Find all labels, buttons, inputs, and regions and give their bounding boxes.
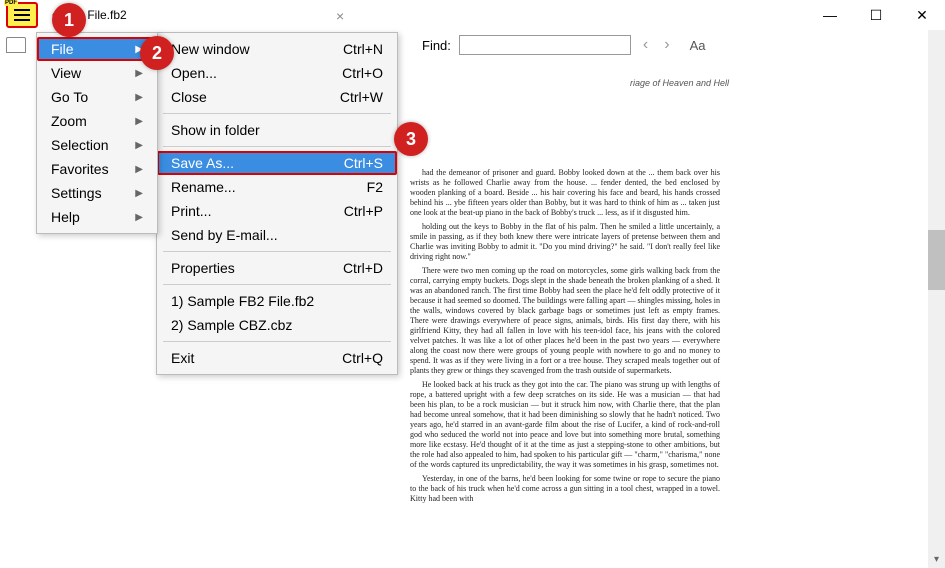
scroll-down-arrow-icon[interactable]: ▾ bbox=[928, 551, 945, 568]
annotation-callout-2: 2 bbox=[140, 36, 174, 70]
menu-item-help[interactable]: Help ▶ bbox=[37, 205, 157, 229]
menu-item-label: Help bbox=[51, 209, 80, 225]
submenu-item-2-sample-cbz-cbz[interactable]: 2) Sample CBZ.cbz bbox=[157, 313, 397, 337]
submenu-item-shortcut: F2 bbox=[367, 179, 383, 195]
title-bar: PDF e FB2 File.fb2 — ☐ ✕ bbox=[0, 0, 945, 30]
chevron-right-icon: ▶ bbox=[135, 116, 143, 127]
find-next-button[interactable]: › bbox=[660, 36, 673, 54]
tab-close-button[interactable]: × bbox=[336, 8, 344, 24]
find-input[interactable] bbox=[459, 35, 631, 55]
open-folder-icon[interactable] bbox=[6, 37, 26, 53]
submenu-item-exit[interactable]: Exit Ctrl+Q bbox=[157, 346, 397, 370]
submenu-item-label: 1) Sample FB2 File.fb2 bbox=[171, 293, 314, 309]
submenu-item-label: New window bbox=[171, 41, 250, 57]
menu-item-view[interactable]: View ▶ bbox=[37, 61, 157, 85]
submenu-item-shortcut: Ctrl+N bbox=[343, 41, 383, 57]
submenu-item-open[interactable]: Open... Ctrl+O bbox=[157, 61, 397, 85]
submenu-item-label: Exit bbox=[171, 350, 194, 366]
menu-separator bbox=[163, 146, 391, 147]
chevron-right-icon: ▶ bbox=[135, 92, 143, 103]
menu-item-favorites[interactable]: Favorites ▶ bbox=[37, 157, 157, 181]
submenu-item-print[interactable]: Print... Ctrl+P bbox=[157, 199, 397, 223]
submenu-item-label: 2) Sample CBZ.cbz bbox=[171, 317, 292, 333]
chevron-right-icon: ▶ bbox=[135, 164, 143, 175]
menu-item-settings[interactable]: Settings ▶ bbox=[37, 181, 157, 205]
chevron-right-icon: ▶ bbox=[135, 188, 143, 199]
submenu-item-1-sample-fb2-file-fb2[interactable]: 1) Sample FB2 File.fb2 bbox=[157, 289, 397, 313]
submenu-item-label: Properties bbox=[171, 260, 235, 276]
annotation-callout-3: 3 bbox=[394, 122, 428, 156]
menu-item-label: Go To bbox=[51, 89, 88, 105]
main-menu: File▶View▶Go To▶Zoom▶Selection▶Favorites… bbox=[36, 32, 158, 234]
annotation-callout-1: 1 bbox=[52, 3, 86, 37]
page-running-header: riage of Heaven and Hell bbox=[470, 78, 889, 88]
paragraph: Yesterday, in one of the barns, he'd bee… bbox=[410, 474, 720, 504]
window-controls: — ☐ ✕ bbox=[807, 0, 945, 30]
menu-item-label: Zoom bbox=[51, 113, 87, 129]
submenu-item-label: Send by E-mail... bbox=[171, 227, 278, 243]
chevron-right-icon: ▶ bbox=[135, 212, 143, 223]
submenu-item-label: Print... bbox=[171, 203, 211, 219]
scrollbar-thumb[interactable] bbox=[928, 230, 945, 290]
paragraph: holding out the keys to Bobby in the fla… bbox=[410, 222, 720, 262]
font-size-button[interactable]: Aa bbox=[690, 38, 706, 53]
document-body-text: had the demeanor of prisoner and guard. … bbox=[410, 168, 720, 504]
menu-separator bbox=[163, 341, 391, 342]
submenu-item-close[interactable]: Close Ctrl+W bbox=[157, 85, 397, 109]
submenu-item-shortcut: Ctrl+W bbox=[340, 89, 383, 105]
paragraph: There were two men coming up the road on… bbox=[410, 266, 720, 376]
vertical-scrollbar[interactable]: ▾ bbox=[928, 30, 945, 568]
submenu-item-label: Show in folder bbox=[171, 122, 260, 138]
menu-item-go-to[interactable]: Go To ▶ bbox=[37, 85, 157, 109]
menu-separator bbox=[163, 113, 391, 114]
minimize-button[interactable]: — bbox=[807, 0, 853, 30]
paragraph: He looked back at his truck as they got … bbox=[410, 380, 720, 470]
chevron-right-icon: ▶ bbox=[135, 68, 143, 79]
submenu-item-shortcut: Ctrl+S bbox=[344, 155, 383, 171]
submenu-item-label: Save As... bbox=[171, 155, 234, 171]
find-prev-button[interactable]: ‹ bbox=[639, 36, 652, 54]
menu-item-file[interactable]: File▶ bbox=[37, 37, 157, 61]
menu-item-label: Selection bbox=[51, 137, 109, 153]
close-button[interactable]: ✕ bbox=[899, 0, 945, 30]
submenu-item-shortcut: Ctrl+D bbox=[343, 260, 383, 276]
menu-item-label: View bbox=[51, 65, 81, 81]
chevron-right-icon: ▶ bbox=[135, 140, 143, 151]
file-submenu: New window Ctrl+N Open... Ctrl+O Close Ctrl+W… bbox=[156, 32, 398, 375]
menu-item-label: File bbox=[51, 41, 74, 57]
submenu-item-new-window[interactable]: New window Ctrl+N bbox=[157, 37, 397, 61]
submenu-item-rename[interactable]: Rename... F2 bbox=[157, 175, 397, 199]
submenu-item-shortcut: Ctrl+O bbox=[342, 65, 383, 81]
submenu-item-label: Close bbox=[171, 89, 207, 105]
menu-item-selection[interactable]: Selection ▶ bbox=[37, 133, 157, 157]
maximize-button[interactable]: ☐ bbox=[853, 0, 899, 30]
submenu-item-shortcut: Ctrl+P bbox=[344, 203, 383, 219]
submenu-item-send-by-e-mail[interactable]: Send by E-mail... bbox=[157, 223, 397, 247]
menu-item-label: Settings bbox=[51, 185, 102, 201]
submenu-item-shortcut: Ctrl+Q bbox=[342, 350, 383, 366]
submenu-item-properties[interactable]: Properties Ctrl+D bbox=[157, 256, 397, 280]
submenu-item-label: Rename... bbox=[171, 179, 236, 195]
menu-item-label: Favorites bbox=[51, 161, 109, 177]
hamburger-menu-button[interactable]: PDF bbox=[6, 2, 38, 28]
submenu-item-show-in-folder[interactable]: Show in folder bbox=[157, 118, 397, 142]
menu-separator bbox=[163, 284, 391, 285]
submenu-item-save-as[interactable]: Save As... Ctrl+S bbox=[157, 151, 397, 175]
menu-separator bbox=[163, 251, 391, 252]
menu-item-zoom[interactable]: Zoom ▶ bbox=[37, 109, 157, 133]
submenu-item-label: Open... bbox=[171, 65, 217, 81]
paragraph: had the demeanor of prisoner and guard. … bbox=[410, 168, 720, 218]
find-label: Find: bbox=[422, 38, 451, 53]
pdf-badge-icon: PDF bbox=[4, 0, 18, 6]
